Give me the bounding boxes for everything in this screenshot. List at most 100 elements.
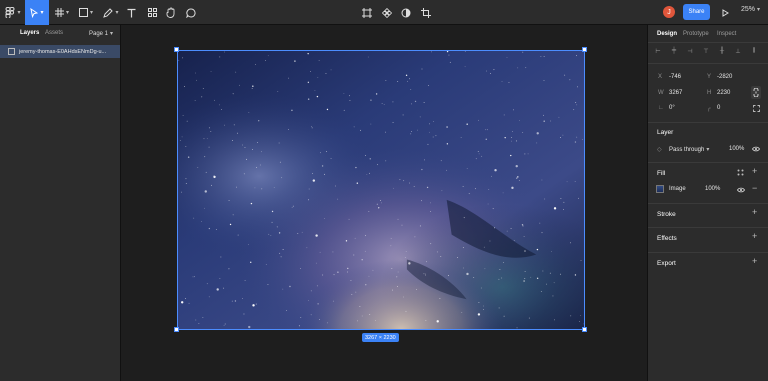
- fill-visibility-eye-icon[interactable]: [737, 187, 745, 195]
- hand-tool-icon[interactable]: [164, 0, 178, 25]
- star: [541, 232, 543, 234]
- align-center-vertical-icon[interactable]: ╫: [716, 46, 728, 56]
- canvas[interactable]: 3267 × 2230 ?: [121, 25, 753, 381]
- corner-radius-input[interactable]: 0: [717, 105, 720, 111]
- add-export-icon[interactable]: +: [752, 256, 757, 266]
- star: [540, 56, 542, 57]
- star: [446, 143, 449, 145]
- resize-handle-bottom-right[interactable]: [582, 327, 587, 332]
- frame-tool-icon[interactable]: ▾: [52, 0, 72, 25]
- visibility-eye-icon[interactable]: [752, 146, 760, 154]
- star: [404, 257, 406, 258]
- star: [576, 104, 578, 106]
- move-tool-icon[interactable]: ▾: [25, 0, 49, 25]
- x-input[interactable]: -746: [669, 74, 681, 80]
- main-menu-icon[interactable]: ▾: [2, 0, 24, 25]
- align-right-icon[interactable]: ⊣: [684, 46, 696, 56]
- y-input[interactable]: -2820: [717, 74, 732, 80]
- star: [291, 206, 293, 208]
- star: [430, 243, 432, 245]
- star: [314, 90, 316, 92]
- distribute-icon[interactable]: ⫼: [748, 46, 760, 56]
- star: [516, 327, 518, 329]
- star: [486, 129, 488, 131]
- star: [424, 159, 425, 161]
- align-left-icon[interactable]: ⊢: [652, 46, 664, 56]
- star: [530, 276, 532, 278]
- star: [180, 301, 184, 304]
- star: [335, 185, 337, 187]
- star: [369, 314, 371, 316]
- layer-row[interactable]: jeremy-thomas-E0AHdsENmDg-u...: [0, 45, 120, 58]
- resize-handle-top-left[interactable]: [174, 47, 179, 52]
- star: [578, 197, 580, 199]
- star: [419, 116, 421, 118]
- add-fill-icon[interactable]: +: [752, 166, 757, 176]
- star: [429, 131, 431, 133]
- star: [493, 69, 495, 71]
- zoom-dropdown[interactable]: 25% ▾: [741, 6, 760, 13]
- constrain-proportions-icon[interactable]: [751, 86, 761, 99]
- rotation-input[interactable]: 0°: [669, 105, 675, 111]
- tab-inspect[interactable]: Inspect: [717, 31, 736, 37]
- align-center-horizontal-icon[interactable]: ╪: [668, 46, 680, 56]
- fill-styles-icon[interactable]: [737, 169, 744, 178]
- add-stroke-icon[interactable]: +: [752, 207, 757, 217]
- independent-corners-icon[interactable]: [753, 105, 760, 114]
- tab-assets[interactable]: Assets: [45, 30, 63, 36]
- remove-fill-icon[interactable]: −: [752, 183, 757, 193]
- tab-layers[interactable]: Layers: [20, 30, 39, 36]
- tab-prototype[interactable]: Prototype: [683, 31, 709, 37]
- star: [204, 156, 206, 158]
- image-layer[interactable]: [177, 50, 585, 330]
- align-bottom-icon[interactable]: ⊥: [732, 46, 744, 56]
- crop-icon[interactable]: [419, 0, 433, 25]
- page-selector[interactable]: Page 1 ▾: [89, 30, 113, 37]
- resources-icon[interactable]: [145, 0, 159, 25]
- star: [392, 289, 393, 291]
- height-input[interactable]: 2230: [717, 90, 730, 96]
- star: [248, 325, 251, 329]
- contrast-icon[interactable]: [399, 0, 413, 25]
- fill-image-swatch[interactable]: [656, 185, 664, 193]
- x-label: X: [658, 74, 663, 80]
- star: [536, 248, 539, 251]
- align-top-icon[interactable]: ⊤: [700, 46, 712, 56]
- star: [208, 227, 211, 230]
- star: [504, 136, 506, 139]
- tab-design[interactable]: Design: [657, 31, 677, 37]
- resize-handle-bottom-left[interactable]: [174, 327, 179, 332]
- star: [397, 271, 399, 273]
- star: [553, 282, 555, 284]
- resize-handle-top-right[interactable]: [582, 47, 587, 52]
- star: [446, 126, 448, 128]
- add-effect-icon[interactable]: +: [752, 231, 757, 241]
- star: [527, 153, 529, 155]
- pen-tool-icon[interactable]: ▾: [100, 0, 122, 25]
- star: [355, 166, 357, 169]
- crop-frame-icon[interactable]: [360, 0, 374, 25]
- share-button[interactable]: Share: [683, 4, 710, 20]
- fill-opacity-input[interactable]: 100%: [705, 186, 720, 192]
- comment-tool-icon[interactable]: [184, 0, 198, 25]
- layer-section-title: Layer: [657, 129, 674, 136]
- star: [355, 291, 357, 293]
- star: [325, 73, 327, 75]
- shape-tool-icon[interactable]: ▾: [75, 0, 97, 25]
- star: [539, 222, 541, 224]
- star: [510, 228, 512, 230]
- user-avatar[interactable]: J: [663, 6, 675, 18]
- star: [288, 77, 290, 79]
- star: [337, 198, 339, 200]
- star: [307, 98, 310, 100]
- blend-mode-select[interactable]: Pass through ▾: [669, 146, 709, 153]
- star: [242, 144, 243, 146]
- star: [577, 86, 578, 88]
- rotation-icon: ∟: [658, 105, 664, 111]
- star: [466, 272, 469, 276]
- present-icon[interactable]: [718, 0, 732, 25]
- layer-opacity-input[interactable]: 100%: [729, 146, 744, 152]
- component-icon[interactable]: [380, 0, 394, 25]
- width-input[interactable]: 3267: [669, 90, 682, 96]
- text-tool-icon[interactable]: [124, 0, 138, 25]
